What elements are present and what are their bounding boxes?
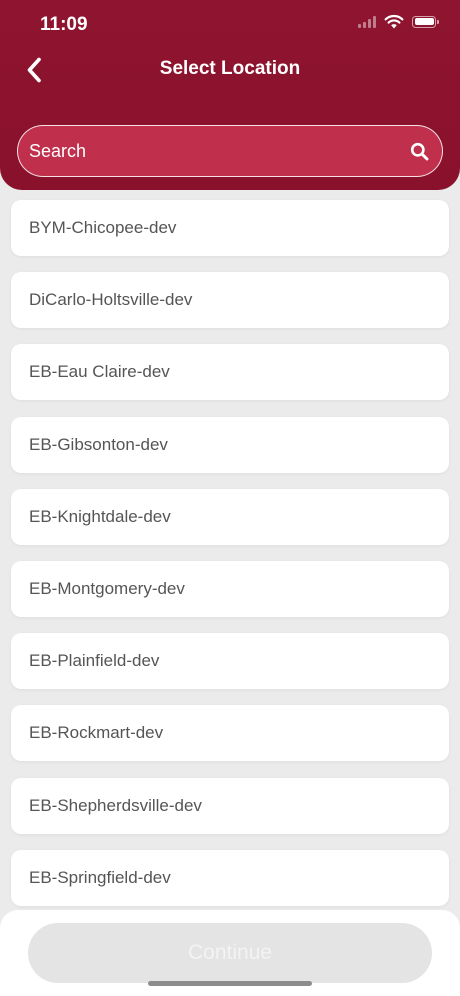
header: 11:09 Select Location bbox=[0, 0, 460, 190]
wifi-icon bbox=[384, 14, 404, 29]
status-icons bbox=[358, 14, 439, 29]
continue-button[interactable]: Continue bbox=[28, 923, 432, 983]
location-item[interactable]: EB-Gibsonton-dev bbox=[11, 416, 449, 473]
search-icon[interactable] bbox=[406, 138, 432, 164]
search-bar bbox=[17, 125, 443, 177]
location-item[interactable]: DiCarlo-Holtsville-dev bbox=[11, 272, 449, 329]
select-location-screen: 11:09 Select Location Search BYM-Chicope… bbox=[0, 0, 460, 996]
footer: Continue bbox=[0, 910, 460, 996]
status-time: 11:09 bbox=[40, 14, 88, 35]
page-title: Select Location bbox=[159, 58, 301, 79]
location-item[interactable]: EB-Plainfield-dev bbox=[11, 633, 449, 690]
location-list: BYM-Chicopee-dev DiCarlo-Holtsville-dev … bbox=[11, 200, 449, 922]
location-item[interactable]: EB-Eau Claire-dev bbox=[11, 344, 449, 401]
location-item[interactable]: EB-Montgomery-dev bbox=[11, 560, 449, 617]
status-bar: 11:09 bbox=[0, 0, 460, 50]
location-item[interactable]: BYM-Chicopee-dev bbox=[11, 200, 449, 256]
location-item[interactable]: EB-Shepherdsville-dev bbox=[11, 777, 449, 834]
cellular-signal-icon bbox=[358, 15, 376, 28]
nav-bar: Select Location bbox=[0, 48, 460, 92]
location-item[interactable]: EB-Rockmart-dev bbox=[11, 705, 449, 762]
home-indicator bbox=[148, 981, 312, 986]
search-input[interactable] bbox=[18, 125, 406, 177]
battery-icon bbox=[412, 15, 439, 28]
location-item[interactable]: EB-Knightdale-dev bbox=[11, 488, 449, 545]
location-item[interactable]: EB-Springfield-dev bbox=[11, 849, 449, 906]
